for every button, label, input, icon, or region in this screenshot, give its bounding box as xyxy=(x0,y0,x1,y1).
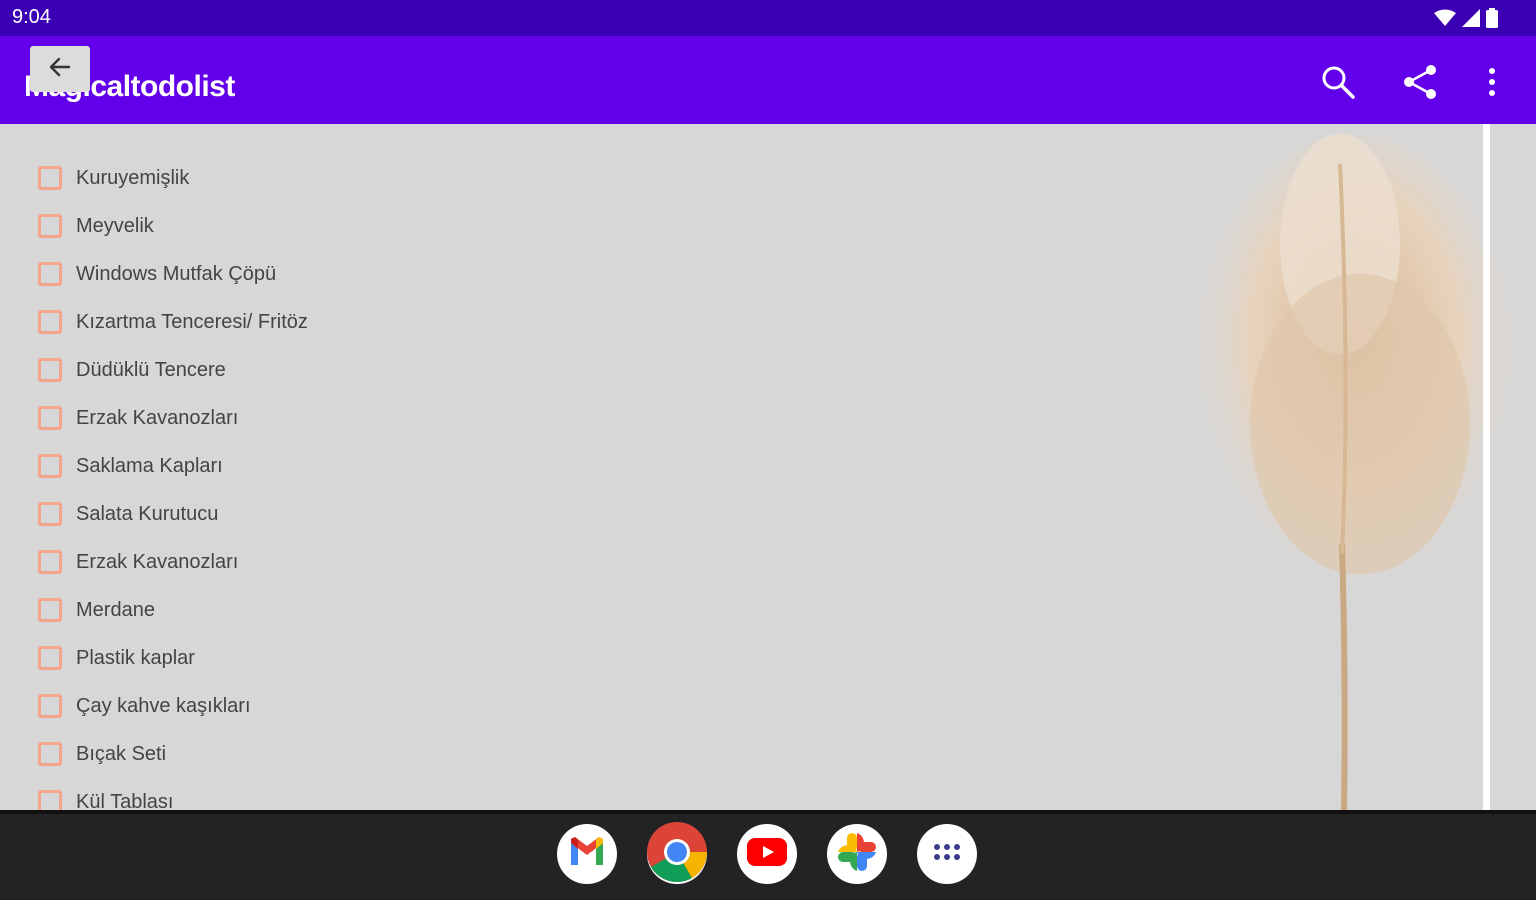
todo-list-area[interactable]: Kuruyemişlik Meyvelik Windows Mutfak Çöp… xyxy=(0,124,1536,810)
pampas-grass-image xyxy=(1195,134,1515,810)
list-item[interactable]: Plastik kaplar xyxy=(38,634,195,682)
list-item[interactable]: Bıçak Seti xyxy=(38,730,166,778)
checkbox[interactable] xyxy=(38,790,62,810)
more-vert-icon xyxy=(1487,67,1497,102)
back-button[interactable] xyxy=(30,46,90,92)
list-item[interactable]: Merdane xyxy=(38,586,155,634)
battery-icon xyxy=(1486,8,1498,33)
list-item[interactable]: Salata Kurutucu xyxy=(38,490,218,538)
list-item-label: Windows Mutfak Çöpü xyxy=(76,262,277,285)
list-item-label: Salata Kurutucu xyxy=(76,502,219,525)
checkbox[interactable] xyxy=(38,454,62,478)
list-item[interactable]: Windows Mutfak Çöpü xyxy=(38,250,276,298)
list-item-label: Erzak Kavanozları xyxy=(76,406,239,429)
arrow-left-icon xyxy=(47,54,73,85)
share-icon xyxy=(1401,63,1439,106)
gmail-app[interactable] xyxy=(557,824,617,884)
photos-app[interactable] xyxy=(827,824,887,884)
list-item-label: Saklama Kapları xyxy=(76,454,223,477)
list-item[interactable]: Kül Tablası xyxy=(38,778,173,810)
list-item-label: Bıçak Seti xyxy=(76,742,167,765)
search-icon xyxy=(1320,64,1356,105)
status-bar: 9:04 xyxy=(0,0,1536,36)
checkbox[interactable] xyxy=(38,310,62,334)
list-item-label: Plastik kaplar xyxy=(76,646,195,669)
list-item[interactable]: Çay kahve kaşıkları xyxy=(38,682,251,730)
photos-icon xyxy=(836,831,878,878)
checkbox[interactable] xyxy=(38,598,62,622)
list-item-label: Düdüklü Tencere xyxy=(76,358,226,381)
checkbox[interactable] xyxy=(38,214,62,238)
status-icons xyxy=(1434,8,1498,33)
share-button[interactable] xyxy=(1400,64,1440,104)
list-item-label: Meyvelik xyxy=(76,214,154,237)
checkbox[interactable] xyxy=(38,742,62,766)
list-item[interactable]: Kızartma Tenceresi/ Fritöz xyxy=(38,298,308,346)
chrome-app[interactable] xyxy=(647,821,707,887)
checkbox[interactable] xyxy=(38,166,62,190)
list-item-label: Erzak Kavanozları xyxy=(76,550,239,573)
app-drawer-button[interactable] xyxy=(917,824,977,884)
signal-icon xyxy=(1462,9,1480,32)
checkbox[interactable] xyxy=(38,406,62,430)
checkbox[interactable] xyxy=(38,550,62,574)
app-drawer-icon xyxy=(932,842,962,867)
app-bar: Magicaltodolist xyxy=(0,36,1536,124)
youtube-app[interactable] xyxy=(737,824,797,884)
checkbox[interactable] xyxy=(38,646,62,670)
checkbox[interactable] xyxy=(38,358,62,382)
checkbox[interactable] xyxy=(38,694,62,718)
checkbox[interactable] xyxy=(38,502,62,526)
scroll-divider xyxy=(1483,124,1490,810)
checkbox[interactable] xyxy=(38,262,62,286)
search-button[interactable] xyxy=(1318,64,1358,104)
list-item-label: Kızartma Tenceresi/ Fritöz xyxy=(76,310,308,333)
list-item[interactable]: Düdüklü Tencere xyxy=(38,346,226,394)
list-item-label: Merdane xyxy=(76,598,155,621)
chrome-icon xyxy=(647,821,707,887)
list-item[interactable]: Saklama Kapları xyxy=(38,442,223,490)
list-item-label: Kül Tablası xyxy=(76,790,174,811)
app-dock xyxy=(557,821,977,887)
wifi-icon xyxy=(1434,9,1456,32)
more-options-button[interactable] xyxy=(1472,64,1512,104)
list-item[interactable]: Erzak Kavanozları xyxy=(38,538,238,586)
list-item[interactable]: Erzak Kavanozları xyxy=(38,394,238,442)
list-item-label: Kuruyemişlik xyxy=(76,166,190,189)
gmail-icon xyxy=(568,836,606,872)
youtube-icon xyxy=(747,837,787,871)
list-item[interactable]: Kuruyemişlik xyxy=(38,154,189,202)
status-time: 9:04 xyxy=(12,6,51,28)
list-item-label: Çay kahve kaşıkları xyxy=(76,694,251,717)
list-item[interactable]: Meyvelik xyxy=(38,202,154,250)
